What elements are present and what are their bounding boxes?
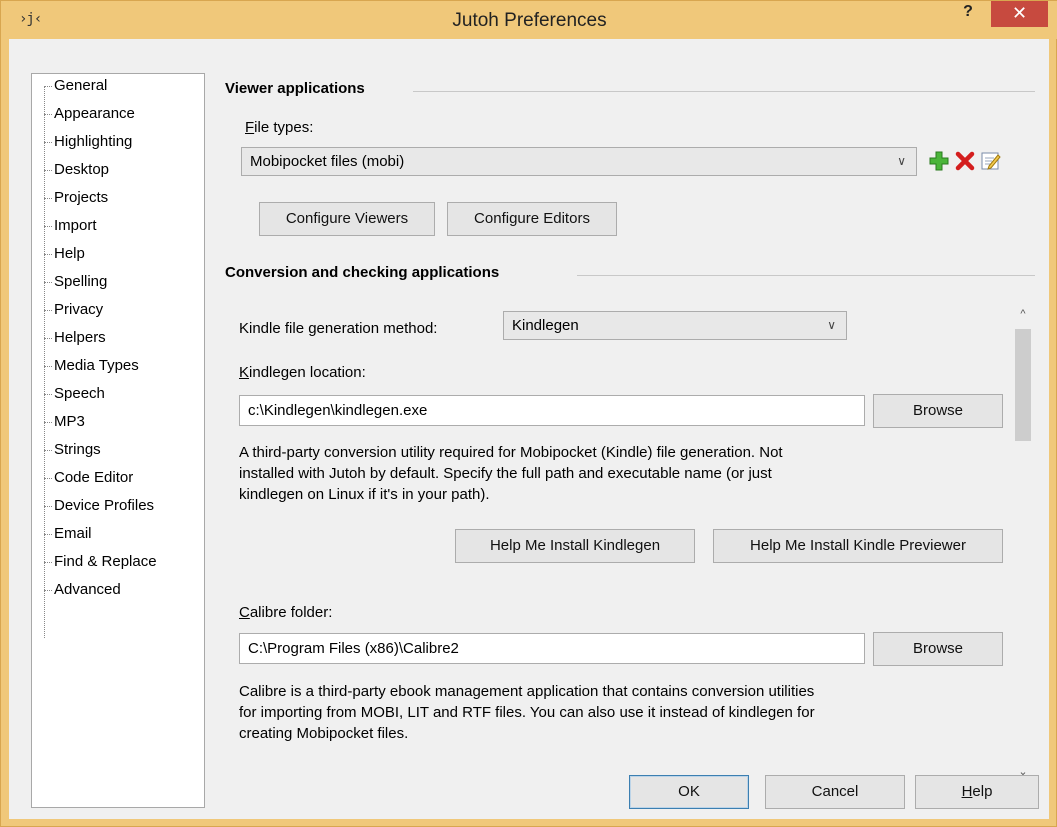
file-types-dropdown[interactable]: Mobipocket files (mobi) ∨ [241, 147, 917, 176]
kindlegen-path-input[interactable]: c:\Kindlegen\kindlegen.exe [239, 395, 865, 426]
scroll-up-icon[interactable]: ^ [1013, 303, 1033, 325]
tree-item-label: Highlighting [54, 133, 133, 150]
tree-item-media-types[interactable]: Media Types [44, 354, 139, 378]
viewer-section-title: Viewer applications [225, 80, 365, 97]
help-button[interactable]: Help [915, 775, 1039, 809]
tree-item-label: Privacy [54, 301, 104, 318]
tree-item-general[interactable]: General [44, 74, 107, 98]
edit-file-type-button[interactable] [979, 150, 1003, 174]
window-title: Jutoh Preferences [452, 10, 607, 31]
tree-item-label: Code Editor [54, 469, 134, 486]
configure-editors-button[interactable]: Configure Editors [447, 202, 617, 236]
kindlegen-description: A third-party conversion utility require… [239, 444, 783, 503]
tree-item-strings[interactable]: Strings [44, 438, 101, 462]
calibre-description: Calibre is a third-party ebook managemen… [239, 683, 815, 742]
delete-icon [955, 151, 975, 171]
tree-item-label: Projects [54, 189, 109, 206]
close-button[interactable]: ✕ [991, 1, 1048, 27]
tree-item-label: Desktop [54, 161, 110, 178]
cancel-button[interactable]: Cancel [765, 775, 905, 809]
conversion-section-title: Conversion and checking applications [225, 264, 500, 281]
tree-item-label: Help [54, 245, 85, 262]
tree-item-label: Advanced [54, 581, 121, 598]
tree-item-label: Spelling [54, 273, 108, 290]
conversion-section-divider [577, 275, 1035, 276]
tree-item-label: Speech [54, 385, 105, 402]
tree-item-label: Helpers [54, 329, 106, 346]
browse-kindlegen-button[interactable]: Browse [873, 394, 1003, 428]
tree-item-code-editor[interactable]: Code Editor [44, 466, 133, 490]
vertical-scrollbar[interactable]: ^ ⌄ [1013, 303, 1033, 783]
tree-item-import[interactable]: Import [44, 214, 97, 238]
scroll-thumb[interactable] [1015, 329, 1031, 441]
calibre-path-input[interactable]: C:\Program Files (x86)\Calibre2 [239, 633, 865, 664]
add-icon [929, 151, 949, 171]
tree-item-privacy[interactable]: Privacy [44, 298, 103, 322]
tree-item-label: MP3 [54, 413, 85, 430]
add-file-type-button[interactable] [927, 150, 951, 174]
tree-item-device-profiles[interactable]: Device Profiles [44, 494, 154, 518]
kindle-method-value: Kindlegen [512, 317, 579, 334]
chevron-down-icon: ∨ [897, 154, 906, 168]
help-install-previewer-button[interactable]: Help Me Install Kindle Previewer [713, 529, 1003, 563]
tree-item-label: Device Profiles [54, 497, 155, 514]
tree-item-label: Appearance [54, 105, 135, 122]
chevron-down-icon: ∨ [827, 318, 836, 332]
help-question-button[interactable]: ? [951, 1, 985, 25]
tree-item-mp3[interactable]: MP3 [44, 410, 85, 434]
tree-item-label: Email [54, 525, 92, 542]
tree-item-label: General [54, 77, 108, 94]
kindlegen-location-label: Kindlegen location: [239, 364, 366, 381]
tree-item-desktop[interactable]: Desktop [44, 158, 109, 182]
preferences-tree[interactable]: General Appearance Highlighting Desktop … [31, 73, 205, 808]
browse-calibre-button[interactable]: Browse [873, 632, 1003, 666]
edit-icon [981, 152, 1001, 170]
tree-item-label: Strings [54, 441, 101, 458]
tree-item-speech[interactable]: Speech [44, 382, 105, 406]
file-types-value: Mobipocket files (mobi) [250, 153, 405, 170]
tree-item-find-replace[interactable]: Find & Replace [44, 550, 157, 574]
tree-item-appearance[interactable]: Appearance [44, 102, 135, 126]
configure-viewers-button[interactable]: Configure Viewers [259, 202, 435, 236]
dialog-client-area: General Appearance Highlighting Desktop … [9, 39, 1049, 819]
title-bar[interactable]: ›j‹ Jutoh Preferences ? ✕ [1, 1, 1057, 39]
help-install-kindlegen-button[interactable]: Help Me Install Kindlegen [455, 529, 695, 563]
tree-item-label: Find & Replace [54, 553, 157, 570]
file-types-label: File types: [245, 119, 314, 136]
tree-item-help[interactable]: Help [44, 242, 85, 266]
tree-item-label: Import [54, 217, 97, 234]
kindle-method-label: Kindle file generation method: [239, 320, 438, 337]
close-icon: ✕ [1011, 3, 1028, 23]
delete-file-type-button[interactable] [953, 150, 977, 174]
calibre-folder-label: Calibre folder: [239, 604, 333, 621]
ok-button[interactable]: OK [629, 775, 749, 809]
kindle-method-dropdown[interactable]: Kindlegen ∨ [503, 311, 847, 340]
tree-item-highlighting[interactable]: Highlighting [44, 130, 132, 154]
tree-item-spelling[interactable]: Spelling [44, 270, 107, 294]
viewer-section-divider [413, 91, 1035, 92]
tree-item-helpers[interactable]: Helpers [44, 326, 106, 350]
preferences-window: ›j‹ Jutoh Preferences ? ✕ General Appear… [0, 0, 1057, 827]
tree-item-projects[interactable]: Projects [44, 186, 108, 210]
tree-item-advanced[interactable]: Advanced [44, 578, 121, 602]
tree-item-email[interactable]: Email [44, 522, 92, 546]
tree-item-label: Media Types [54, 357, 139, 374]
